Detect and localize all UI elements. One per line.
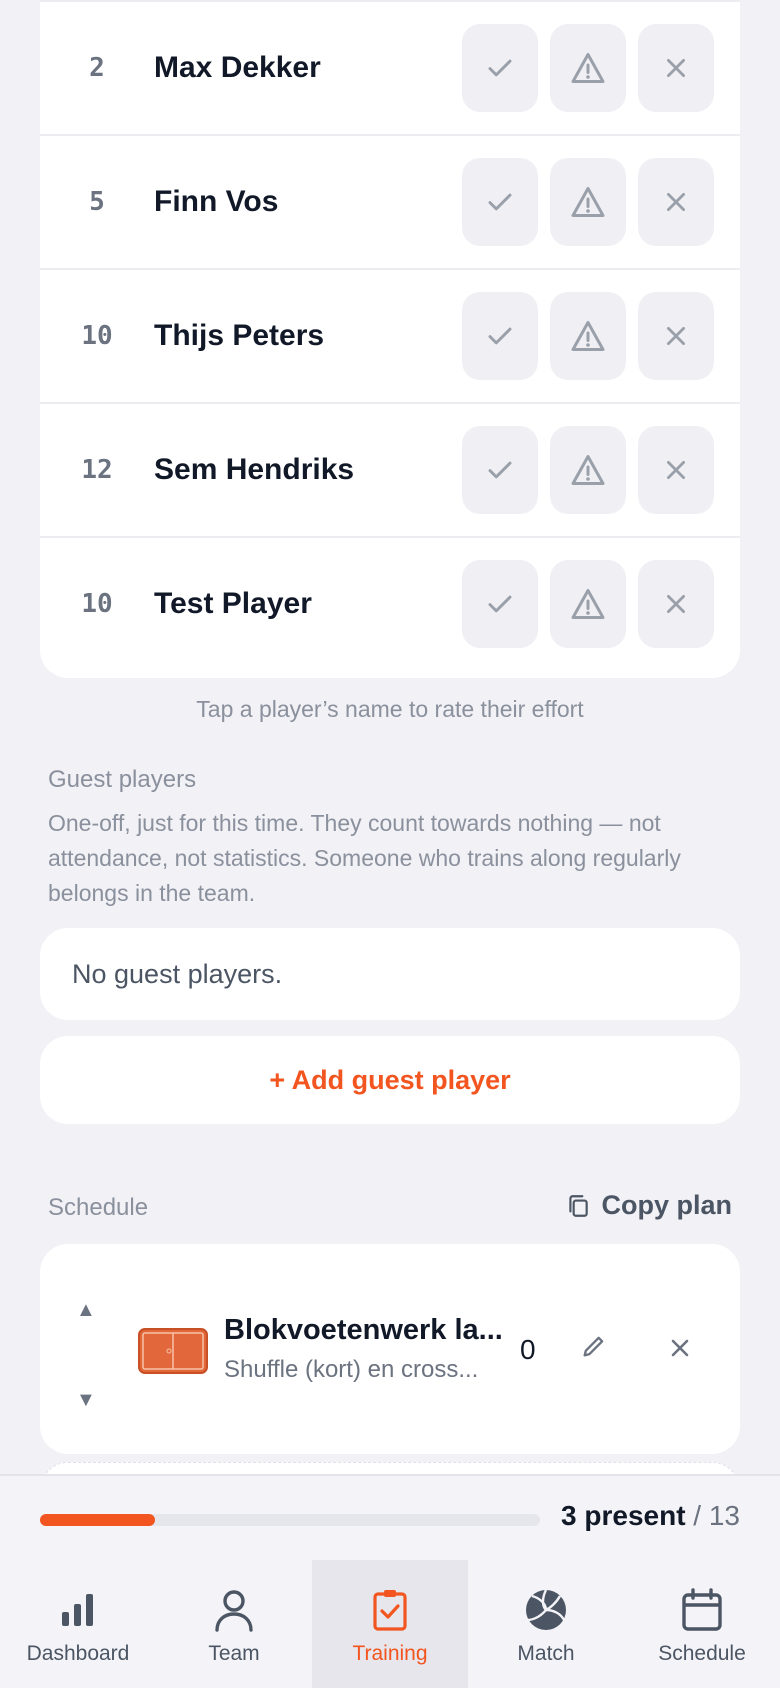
guest-players-description: One-off, just for this time. They count … [48, 810, 681, 906]
check-icon [488, 327, 512, 345]
add-guest-button[interactable]: + Add guest player [40, 1036, 740, 1124]
player-row: 12 Sem Hendriks [40, 402, 740, 536]
copy-plan-label: Copy plan [601, 1190, 732, 1220]
absent-button[interactable] [638, 292, 714, 380]
bottom-navigation: Dashboard Team Training Match Schedule [0, 1560, 780, 1688]
check-icon [488, 59, 512, 77]
injured-button[interactable] [550, 560, 626, 648]
close-icon [667, 193, 685, 211]
nav-dashboard[interactable]: Dashboard [0, 1560, 156, 1688]
absent-button[interactable] [638, 560, 714, 648]
injured-button[interactable] [550, 426, 626, 514]
player-list: 2 Max Dekker 5 Finn Vos 10 Thijs Peters … [40, 0, 740, 678]
bar-chart-icon [62, 1594, 93, 1626]
injured-button[interactable] [550, 292, 626, 380]
close-icon [667, 327, 685, 345]
guest-players-heading: Guest players [48, 766, 197, 793]
absent-button[interactable] [638, 158, 714, 246]
warning-icon [571, 455, 605, 485]
player-number: 10 [81, 589, 113, 619]
player-row: 10 Thijs Peters [40, 268, 740, 402]
absent-button[interactable] [638, 24, 714, 112]
close-icon[interactable] [668, 1336, 692, 1360]
attendance-count: 3 present / 13 [561, 1500, 740, 1532]
player-number: 10 [81, 321, 113, 351]
nav-schedule[interactable]: Schedule [624, 1560, 780, 1688]
nav-training[interactable]: Training [312, 1560, 468, 1688]
player-row: 10 Test Player [40, 536, 740, 670]
player-number: 12 [81, 455, 113, 485]
warning-icon [571, 187, 605, 217]
player-name[interactable]: Max Dekker [154, 51, 462, 85]
player-row: 5 Finn Vos [40, 134, 740, 268]
progress-fill [40, 1514, 156, 1526]
nav-label: Match [517, 1642, 575, 1665]
schedule-item[interactable]: ▲ ▼ Blokvoetenwerk la... Shuffle (kort) … [40, 1244, 740, 1454]
present-button[interactable] [462, 158, 538, 246]
present-button[interactable] [462, 24, 538, 112]
total-count: / 13 [693, 1500, 740, 1531]
nav-label: Training [352, 1642, 428, 1665]
move-down-icon[interactable]: ▼ [76, 1390, 96, 1410]
injured-button[interactable] [550, 24, 626, 112]
check-icon [488, 193, 512, 211]
player-name[interactable]: Finn Vos [154, 185, 462, 219]
exercise-subtitle: Shuffle (kort) en cross... [224, 1356, 479, 1383]
rate-effort-hint: Tap a player’s name to rate their effort [196, 696, 584, 722]
player-row: 2 Max Dekker [40, 0, 740, 134]
present-button[interactable] [462, 426, 538, 514]
nav-label: Dashboard [26, 1642, 130, 1665]
check-icon [488, 461, 512, 479]
nav-label: Schedule [658, 1642, 746, 1665]
pencil-icon[interactable] [580, 1332, 608, 1360]
schedule-heading: Schedule [48, 1194, 149, 1221]
warning-icon [571, 321, 605, 351]
close-icon [667, 461, 685, 479]
check-icon [488, 595, 512, 613]
copy-plan-button[interactable]: Copy plan [565, 1190, 732, 1221]
player-name[interactable]: Test Player [154, 587, 462, 621]
nav-team[interactable]: Team [156, 1560, 312, 1688]
nav-match[interactable]: Match [468, 1560, 624, 1688]
player-number: 2 [89, 53, 105, 83]
present-count: 3 present [561, 1500, 686, 1531]
clipboard-check-icon [373, 1590, 407, 1631]
player-name[interactable]: Sem Hendriks [154, 453, 462, 487]
player-name[interactable]: Thijs Peters [154, 319, 462, 353]
absent-button[interactable] [638, 426, 714, 514]
calendar-icon [682, 1588, 722, 1631]
guest-players-empty: No guest players. [40, 928, 740, 1020]
player-number: 5 [89, 187, 105, 217]
injured-button[interactable] [550, 158, 626, 246]
copy-icon [569, 1194, 589, 1217]
progress-track [40, 1514, 540, 1526]
attendance-progress: 3 present / 13 [0, 1474, 780, 1560]
present-button[interactable] [462, 560, 538, 648]
present-button[interactable] [462, 292, 538, 380]
court-icon [138, 1328, 208, 1374]
person-icon [215, 1590, 253, 1632]
close-icon [667, 595, 685, 613]
nav-label: Team [208, 1642, 260, 1665]
exercise-title: Blokvoetenwerk la... [224, 1314, 503, 1346]
move-up-icon[interactable]: ▲ [76, 1300, 96, 1320]
warning-icon [571, 589, 605, 619]
warning-icon [571, 53, 605, 83]
close-icon [667, 59, 685, 77]
volleyball-icon [526, 1589, 566, 1630]
exercise-count: 0 [520, 1334, 536, 1365]
